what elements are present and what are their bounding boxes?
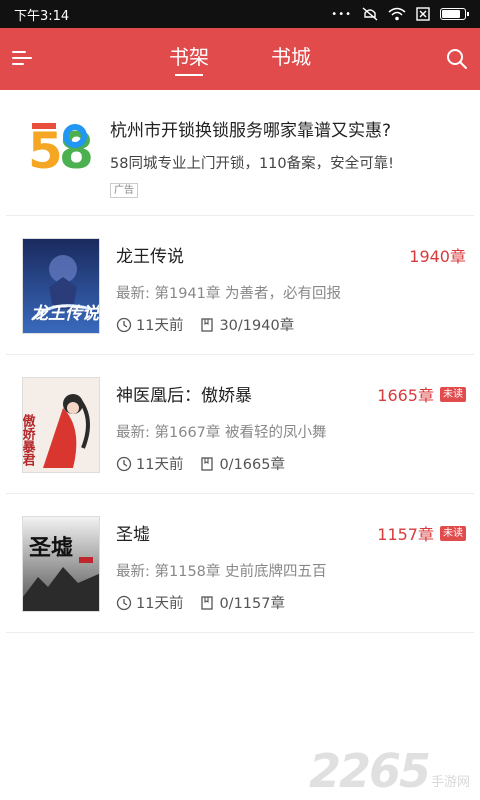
status-time: 下午3:14 bbox=[14, 8, 70, 24]
latest-chapter: 最新: 第1941章 为善者，必有回报 bbox=[116, 286, 342, 302]
cover-text: 圣墟 bbox=[29, 535, 73, 561]
latest-chapter: 最新: 第1158章 史前底牌四五百 bbox=[116, 564, 327, 580]
bookmark-icon bbox=[201, 456, 214, 471]
app-bar: 书架 书城 bbox=[0, 28, 480, 90]
update-time: 11天前 bbox=[136, 318, 184, 334]
clock-icon bbox=[116, 317, 132, 332]
chapter-count: 1665章 bbox=[377, 386, 434, 405]
tab-bookshelf[interactable]: 书架 bbox=[169, 28, 209, 90]
book-cover: 傲娇暴君 bbox=[22, 377, 100, 473]
silent-icon bbox=[362, 7, 378, 21]
58-logo: 5 8 bbox=[28, 122, 94, 178]
tab-bookstore[interactable]: 书城 bbox=[271, 28, 311, 90]
status-icons: ••• bbox=[331, 7, 469, 21]
svg-text:5: 5 bbox=[28, 122, 63, 178]
ad-description: 58同城专业上门开锁，110备案，安全可靠! bbox=[110, 156, 394, 172]
status-bar: 下午3:14 ••• bbox=[0, 0, 480, 28]
update-time: 11天前 bbox=[136, 457, 184, 473]
read-progress: 0/1157章 bbox=[219, 596, 285, 612]
bookmark-icon bbox=[201, 317, 214, 332]
ad-title: 杭州市开锁换锁服务哪家靠谱又实惠? bbox=[110, 121, 392, 141]
book-meta: 11天前 0/1665章 bbox=[116, 453, 285, 474]
cover-text: 傲娇暴君 bbox=[23, 413, 36, 467]
latest-chapter: 最新: 第1667章 被看轻的凤小舞 bbox=[116, 425, 327, 441]
chapter-info: 1157章 未读 bbox=[377, 521, 466, 545]
book-meta: 11天前 30/1940章 bbox=[116, 314, 294, 335]
book-cover: 龙王传说 bbox=[22, 238, 100, 334]
search-icon[interactable] bbox=[446, 48, 468, 70]
book-title: 圣墟 bbox=[116, 525, 150, 545]
book-item[interactable]: 圣墟 圣墟 1157章 未读 最新: 第1158章 史前底牌四五百 11天前 0… bbox=[6, 494, 474, 633]
read-progress: 0/1665章 bbox=[219, 457, 285, 473]
book-item[interactable]: 傲娇暴君 神医凰后：傲娇暴 1665章 未读 最新: 第1667章 被看轻的凤小… bbox=[6, 355, 474, 494]
wifi-icon bbox=[388, 7, 406, 21]
status-dots: ••• bbox=[331, 8, 352, 20]
chapter-count: 1157章 bbox=[377, 525, 434, 544]
bookshelf-list: 5 8 杭州市开锁换锁服务哪家靠谱又实惠? 58同城专业上门开锁，110备案，安… bbox=[0, 90, 480, 633]
tab-bar: 书架 书城 bbox=[0, 28, 480, 90]
book-cover: 圣墟 bbox=[22, 516, 100, 612]
close-box-icon bbox=[416, 7, 430, 21]
update-time: 11天前 bbox=[136, 596, 184, 612]
book-title: 龙王传说 bbox=[116, 247, 184, 267]
ad-tag: 广告 bbox=[110, 183, 138, 198]
clock-icon bbox=[116, 595, 132, 610]
svg-text:8: 8 bbox=[59, 122, 94, 178]
watermark-number: 2265 bbox=[308, 744, 431, 798]
clock-icon bbox=[116, 456, 132, 471]
chapter-count: 1940章 bbox=[409, 247, 466, 266]
chapter-info: 1665章 未读 bbox=[377, 382, 466, 406]
ad-banner[interactable]: 5 8 杭州市开锁换锁服务哪家靠谱又实惠? 58同城专业上门开锁，110备案，安… bbox=[6, 90, 474, 216]
book-item[interactable]: 龙王传说 龙王传说 1940章 最新: 第1941章 为善者，必有回报 11天前… bbox=[6, 216, 474, 355]
battery-icon bbox=[440, 8, 469, 20]
bookmark-icon bbox=[201, 595, 214, 610]
chapter-info: 1940章 bbox=[409, 243, 466, 267]
cover-text: 龙王传说 bbox=[31, 304, 100, 324]
watermark-text: 手游网 bbox=[430, 775, 470, 790]
read-progress: 30/1940章 bbox=[219, 318, 295, 334]
watermark: 2265 手游网 bbox=[309, 748, 470, 794]
unread-badge: 未读 bbox=[440, 386, 466, 402]
book-meta: 11天前 0/1157章 bbox=[116, 592, 285, 613]
book-title: 神医凰后：傲娇暴 bbox=[116, 386, 252, 406]
unread-badge: 未读 bbox=[440, 525, 466, 541]
